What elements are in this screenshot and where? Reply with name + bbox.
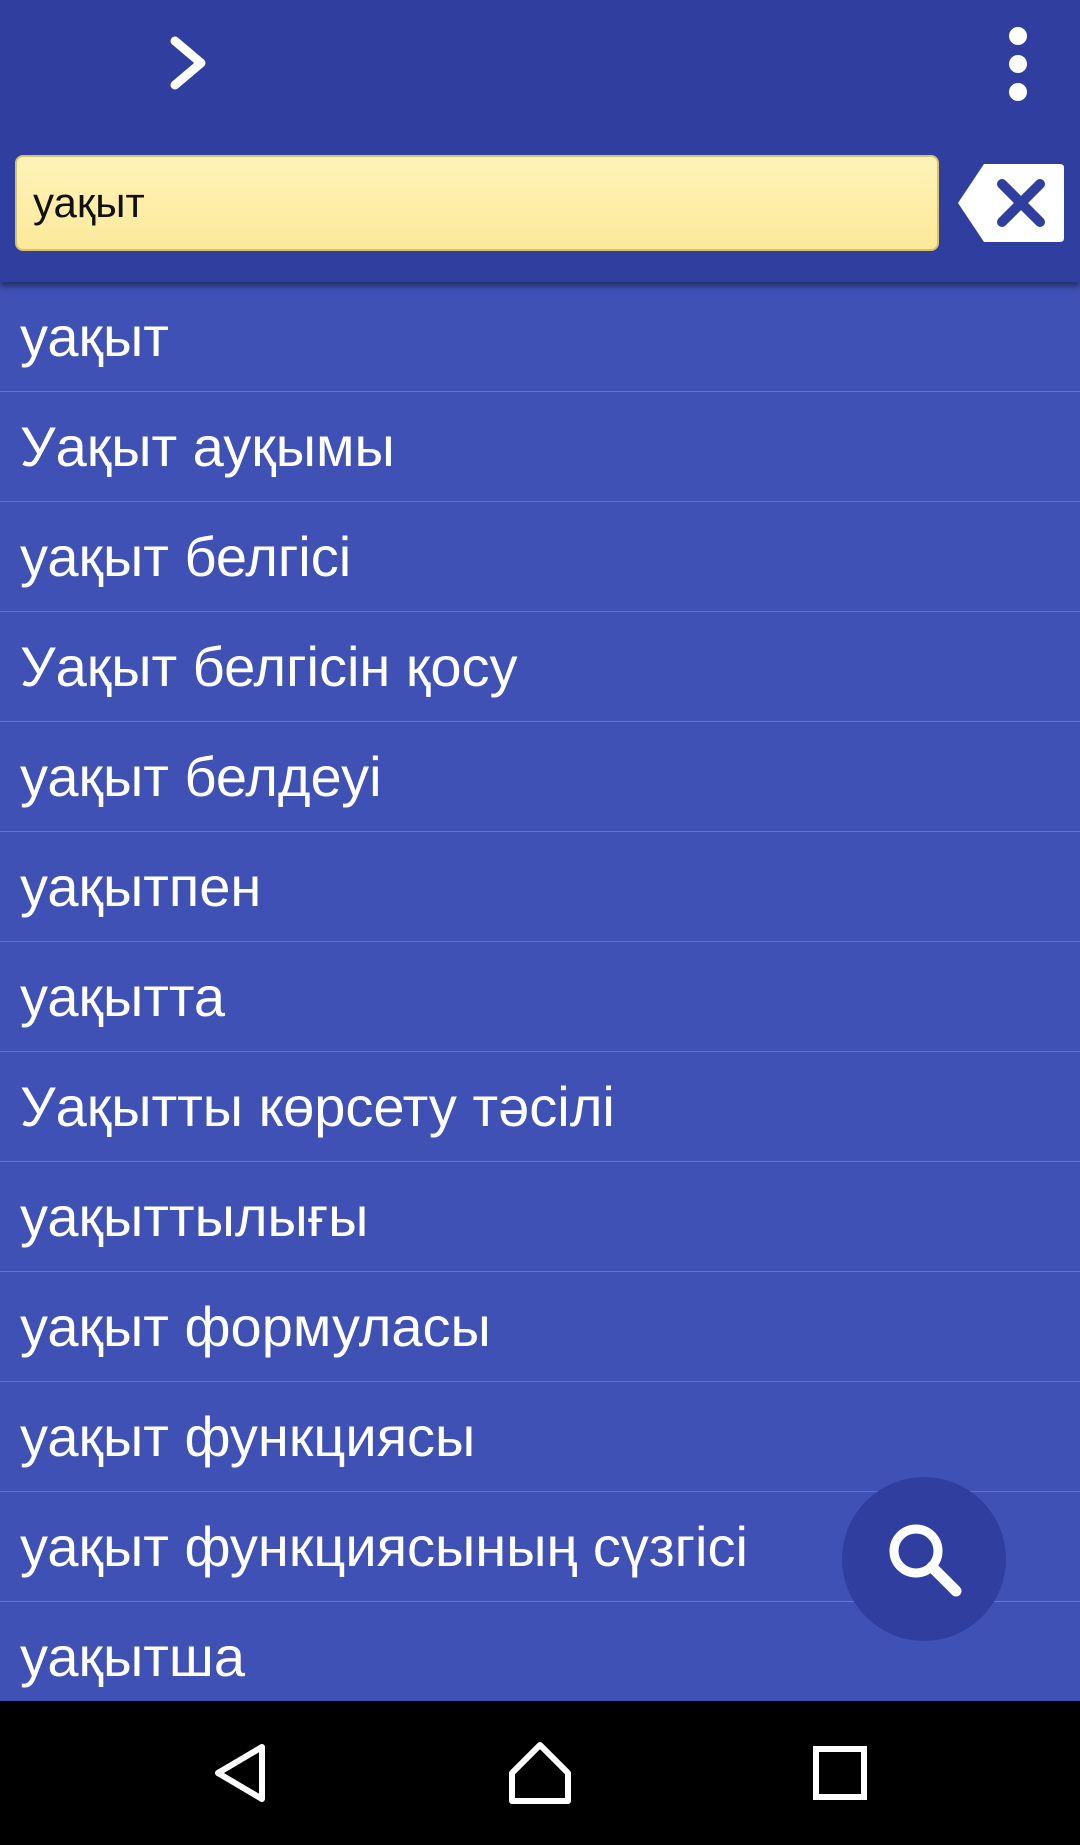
search-icon <box>889 1524 962 1597</box>
list-item[interactable]: уақыт белдеуі <box>0 722 1080 832</box>
list-item[interactable]: Уақытты көрсету тәсілі <box>0 1052 1080 1162</box>
clear-search-button[interactable] <box>956 162 1066 244</box>
chevron-right-icon <box>170 36 206 90</box>
more-vertical-icon <box>1009 27 1027 101</box>
backspace-clear-icon <box>958 164 1064 242</box>
app-bar <box>0 0 1080 282</box>
system-navigation-bar <box>0 1701 1080 1845</box>
recents-icon <box>813 1746 867 1800</box>
list-item[interactable]: уақыт формуласы <box>0 1272 1080 1382</box>
app-screen: уақыт Уақыт ауқымы уақыт белгісі Уақыт б… <box>0 0 1080 1845</box>
nav-back-button[interactable] <box>180 1721 300 1825</box>
list-item[interactable]: уақыт <box>0 282 1080 392</box>
home-icon <box>509 1742 571 1804</box>
list-item[interactable]: Уақыт белгісін қосу <box>0 612 1080 722</box>
search-input[interactable] <box>15 155 939 251</box>
overflow-menu-button[interactable] <box>982 18 1054 110</box>
list-item[interactable]: Уақыт ауқымы <box>0 392 1080 502</box>
list-item[interactable]: уақытта <box>0 942 1080 1052</box>
list-item[interactable]: уақыт белгісі <box>0 502 1080 612</box>
nav-home-button[interactable] <box>480 1721 600 1825</box>
search-fab-button[interactable] <box>842 1477 1006 1641</box>
list-item[interactable]: уақытпен <box>0 832 1080 942</box>
list-item[interactable]: уақыттылығы <box>0 1162 1080 1272</box>
nav-recents-button[interactable] <box>780 1721 900 1825</box>
list-item[interactable]: уақыт функциясы <box>0 1382 1080 1492</box>
forward-button[interactable] <box>146 22 234 104</box>
back-icon <box>215 1744 265 1802</box>
